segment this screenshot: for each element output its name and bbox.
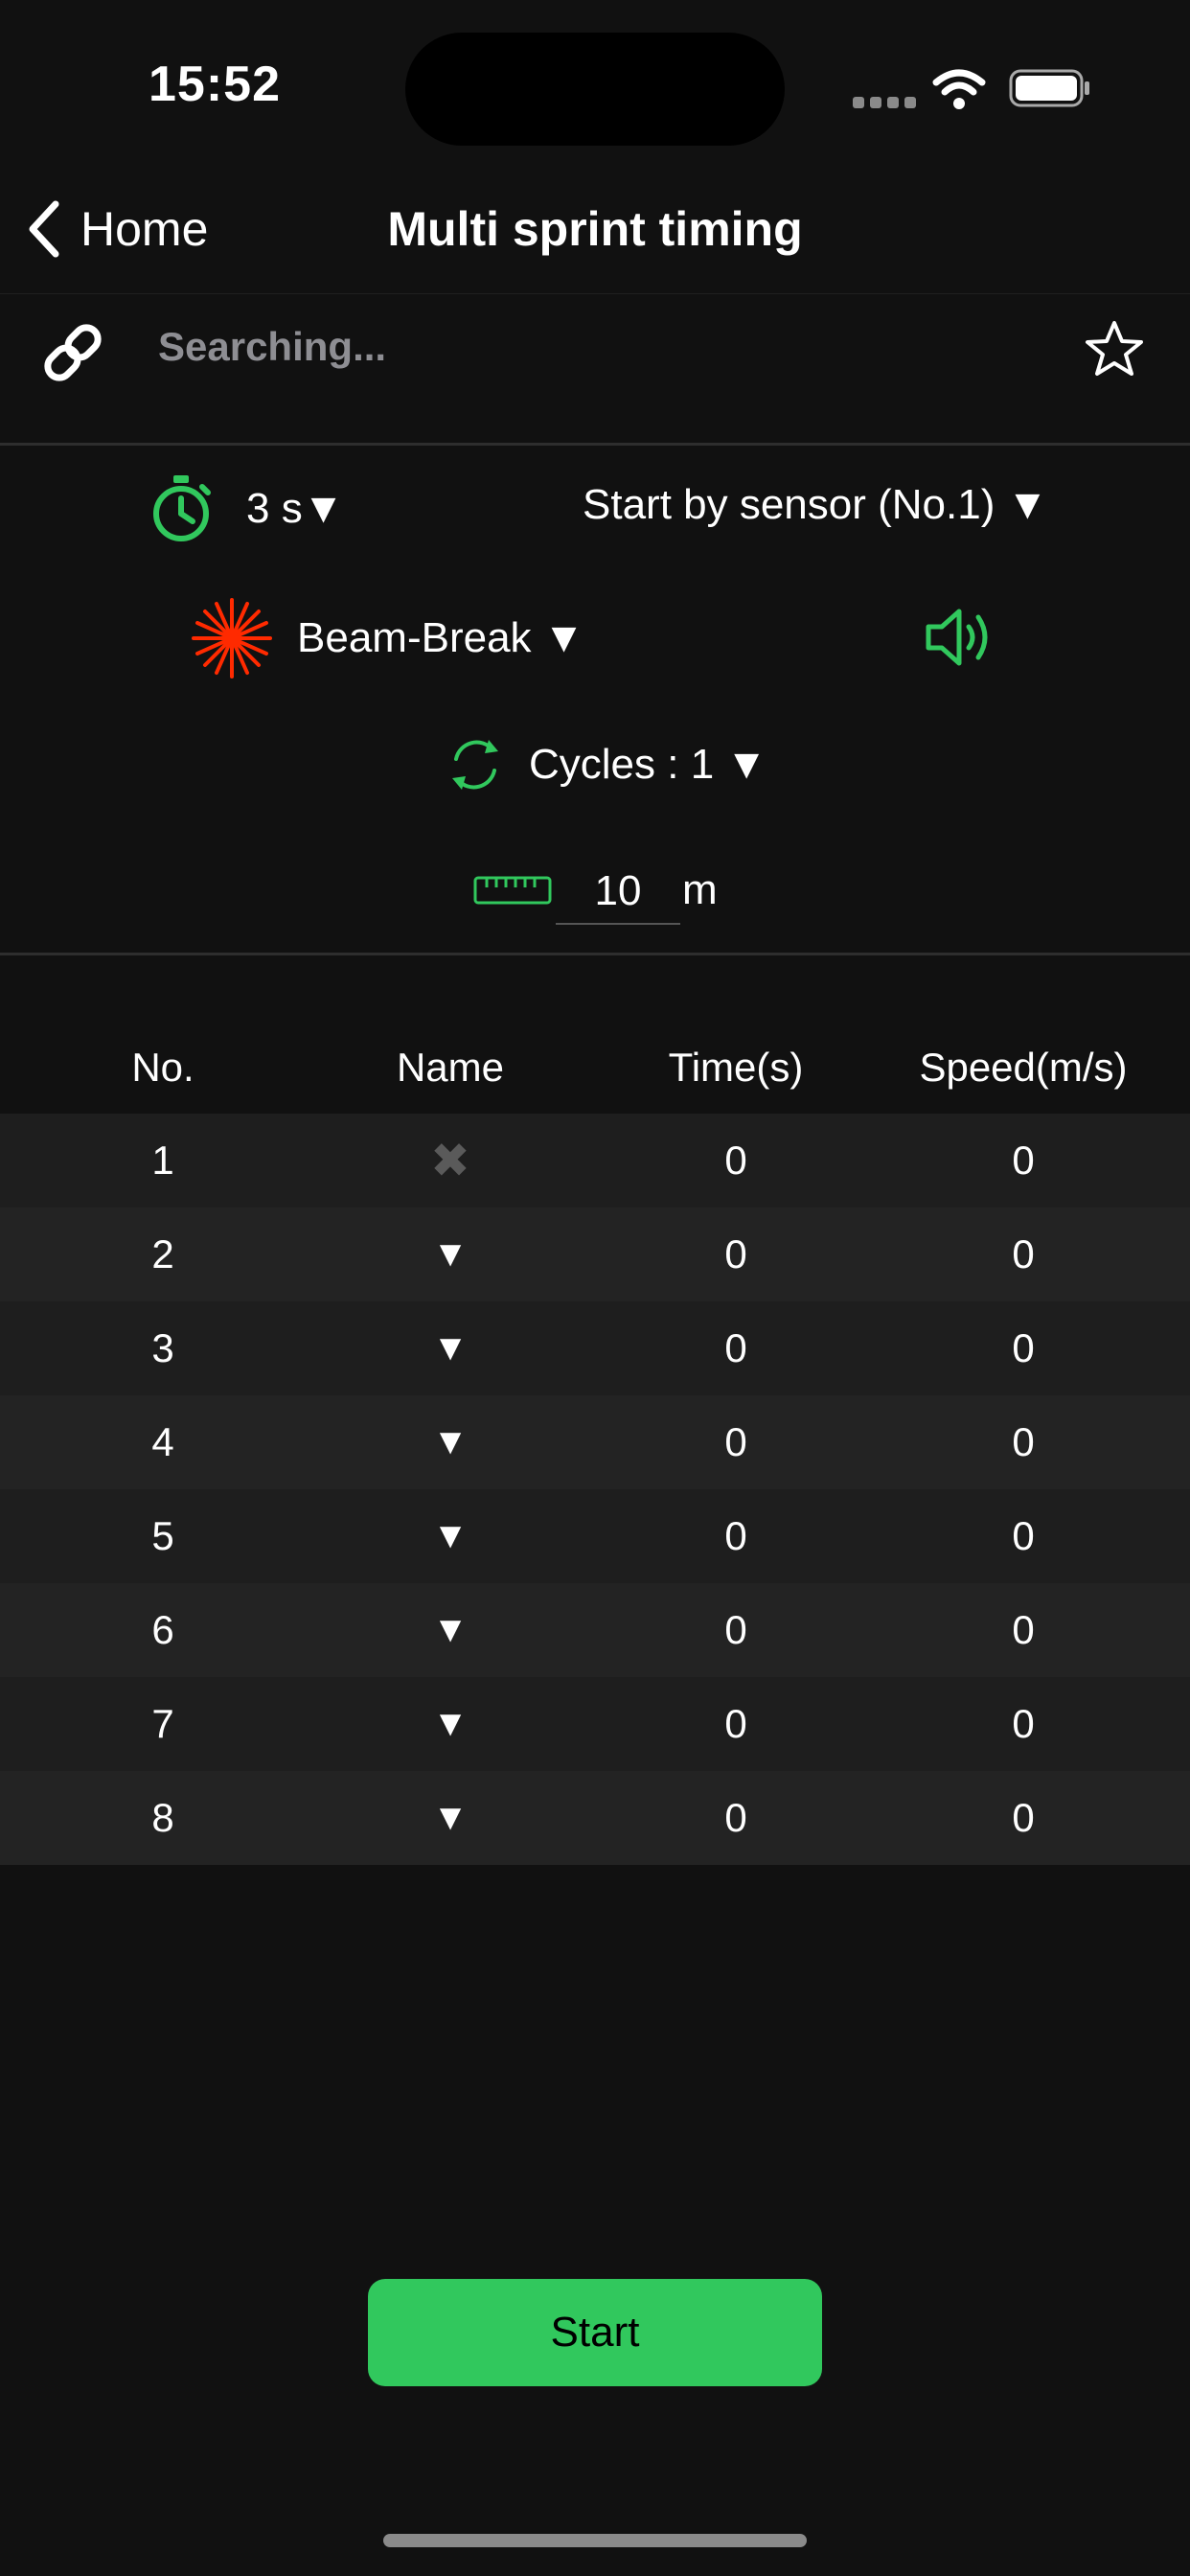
chevron-left-icon bbox=[29, 200, 59, 258]
row-time: 0 bbox=[724, 1231, 747, 1276]
results-table: 1 ✖ 0 0 2 ▼ 0 0 3 ▼ 0 0 4 ▼ 0 0 5 ▼ 0 0 … bbox=[0, 1114, 1190, 1865]
name-dropdown[interactable]: ▼ bbox=[355, 1677, 546, 1771]
name-dropdown[interactable]: ▼ bbox=[355, 1208, 546, 1301]
home-indicator[interactable] bbox=[383, 2534, 807, 2547]
back-button[interactable]: Home bbox=[25, 199, 208, 259]
ruler-icon bbox=[473, 876, 552, 905]
table-row: 8 ▼ 0 0 bbox=[0, 1771, 1190, 1865]
wifi-icon bbox=[932, 69, 986, 109]
row-speed: 0 bbox=[1012, 1607, 1035, 1652]
table-row: 2 ▼ 0 0 bbox=[0, 1208, 1190, 1301]
row-number: 5 bbox=[151, 1513, 174, 1558]
cycles-selector[interactable]: Cycles : 1 ▼ bbox=[446, 734, 767, 795]
link-icon[interactable] bbox=[38, 318, 107, 387]
refresh-icon bbox=[452, 740, 498, 790]
status-time: 15:52 bbox=[149, 57, 281, 112]
row-time: 0 bbox=[724, 1513, 747, 1558]
distance-input[interactable] bbox=[556, 860, 680, 925]
row-time: 0 bbox=[724, 1419, 747, 1464]
start-mode-selector[interactable]: Start by sensor (No.1) ▼ bbox=[583, 481, 1048, 529]
row-speed: 0 bbox=[1012, 1325, 1035, 1370]
table-row: 4 ▼ 0 0 bbox=[0, 1395, 1190, 1489]
section-divider bbox=[0, 953, 1190, 955]
row-time: 0 bbox=[724, 1138, 747, 1183]
row-speed: 0 bbox=[1012, 1513, 1035, 1558]
table-row: 3 ▼ 0 0 bbox=[0, 1301, 1190, 1395]
row-time: 0 bbox=[724, 1701, 747, 1746]
row-number: 3 bbox=[151, 1325, 174, 1370]
name-dropdown[interactable]: ▼ bbox=[355, 1301, 546, 1395]
name-dropdown[interactable]: ▼ bbox=[355, 1395, 546, 1489]
header-name: Name bbox=[396, 1045, 505, 1090]
cycles-label: Cycles : 1 ▼ bbox=[529, 741, 767, 788]
header-speed: Speed(m/s) bbox=[919, 1045, 1128, 1090]
connection-status: Searching... bbox=[158, 324, 387, 369]
header-time: Time(s) bbox=[668, 1045, 804, 1090]
table-row: 5 ▼ 0 0 bbox=[0, 1489, 1190, 1583]
row-number: 4 bbox=[151, 1419, 174, 1464]
table-row: 1 ✖ 0 0 bbox=[0, 1114, 1190, 1208]
row-time: 0 bbox=[724, 1325, 747, 1370]
row-number: 8 bbox=[151, 1795, 174, 1840]
header-no: No. bbox=[131, 1045, 195, 1090]
countdown-value: 3 s▼ bbox=[246, 485, 345, 532]
row-speed: 0 bbox=[1012, 1231, 1035, 1276]
name-dropdown[interactable]: ▼ bbox=[355, 1771, 546, 1865]
row-time: 0 bbox=[724, 1795, 747, 1840]
speaker-icon[interactable] bbox=[925, 606, 997, 669]
name-dropdown[interactable]: ▼ bbox=[355, 1583, 546, 1677]
cellular-signal-icon bbox=[853, 96, 922, 113]
row-number: 6 bbox=[151, 1607, 174, 1652]
stopwatch-icon bbox=[153, 475, 211, 541]
section-divider bbox=[0, 443, 1190, 446]
row-speed: 0 bbox=[1012, 1419, 1035, 1464]
clear-name-icon[interactable]: ✖ bbox=[355, 1114, 546, 1208]
row-speed: 0 bbox=[1012, 1138, 1035, 1183]
start-button[interactable]: Start bbox=[368, 2279, 822, 2386]
laser-burst-icon bbox=[192, 598, 272, 678]
star-icon[interactable] bbox=[1083, 318, 1146, 381]
start-mode-label: Start by sensor (No.1) ▼ bbox=[583, 481, 1049, 528]
table-row: 7 ▼ 0 0 bbox=[0, 1677, 1190, 1771]
page-title: Multi sprint timing bbox=[387, 202, 803, 256]
row-speed: 0 bbox=[1012, 1701, 1035, 1746]
row-speed: 0 bbox=[1012, 1795, 1035, 1840]
countdown-selector[interactable]: 3 s▼ bbox=[149, 473, 344, 544]
row-time: 0 bbox=[724, 1607, 747, 1652]
row-number: 7 bbox=[151, 1701, 174, 1746]
header-separator bbox=[0, 293, 1190, 294]
table-row: 6 ▼ 0 0 bbox=[0, 1583, 1190, 1677]
distance-unit: m bbox=[682, 866, 718, 913]
battery-icon bbox=[1009, 69, 1089, 107]
row-number: 2 bbox=[151, 1231, 174, 1276]
back-label: Home bbox=[80, 202, 209, 256]
sensor-mode-label: Beam-Break ▼ bbox=[297, 614, 585, 661]
sensor-mode-selector[interactable]: Beam-Break ▼ bbox=[192, 598, 584, 678]
name-dropdown[interactable]: ▼ bbox=[355, 1489, 546, 1583]
dynamic-island bbox=[405, 33, 785, 146]
row-number: 1 bbox=[151, 1138, 174, 1183]
